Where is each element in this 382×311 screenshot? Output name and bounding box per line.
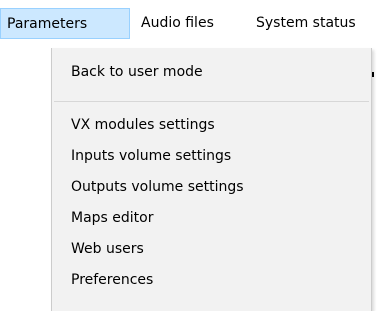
menu-item-back-to-user-mode[interactable]: Back to user mode xyxy=(71,60,203,84)
menu-item-web-users[interactable]: Web users xyxy=(71,237,144,261)
menu-item-preferences[interactable]: Preferences xyxy=(71,268,153,292)
background-fragment xyxy=(372,72,374,77)
parameters-dropdown-menu: Back to user mode VX modules settings In… xyxy=(51,48,372,311)
menu-bar: Parameters Audio files System status xyxy=(0,0,382,40)
menubar-item-system-status[interactable]: System status xyxy=(256,8,356,39)
menubar-item-parameters[interactable]: Parameters xyxy=(0,8,130,39)
menu-separator xyxy=(54,101,369,102)
menu-item-maps-editor[interactable]: Maps editor xyxy=(71,206,154,230)
menubar-item-audio-files[interactable]: Audio files xyxy=(141,8,214,39)
menu-item-outputs-volume-settings[interactable]: Outputs volume settings xyxy=(71,175,244,199)
menu-item-inputs-volume-settings[interactable]: Inputs volume settings xyxy=(71,144,231,168)
menu-item-vx-modules-settings[interactable]: VX modules settings xyxy=(71,113,215,137)
